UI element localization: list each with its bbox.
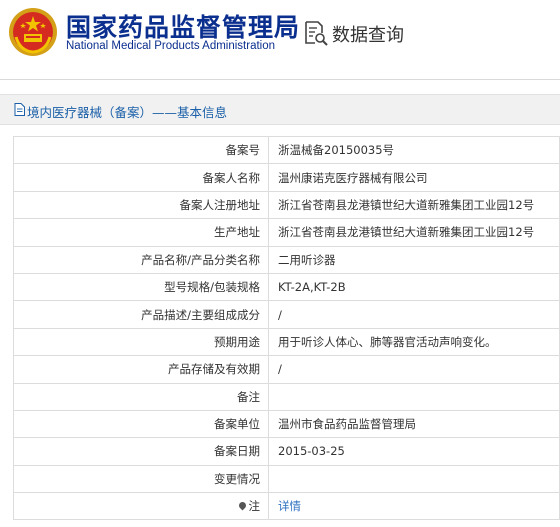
field-label-text: 备案人名称 — [202, 170, 261, 185]
field-value: 温州市食品药品监督管理局 — [268, 409, 560, 439]
field-label-text: 备案号 — [225, 143, 261, 158]
field-label-text: 备案单位 — [214, 417, 260, 432]
field-label-text: 预期用途 — [214, 334, 260, 349]
field-value: 浙江省苍南县龙港镇世纪大道新雅集团工业园12号 — [268, 190, 560, 220]
table-row: 备案单位 温州市食品药品监督管理局 — [13, 409, 560, 439]
field-label: 备案日期 — [13, 437, 269, 466]
field-label: 备案号 — [13, 135, 269, 165]
field-label-text: 备案人注册地址 — [179, 197, 261, 212]
field-label-text: 产品描述/主要组成成分 — [141, 307, 260, 322]
table-row: 备注 — [13, 382, 560, 411]
field-value: / — [268, 355, 560, 384]
field-value: 浙温械备20150035号 — [268, 135, 560, 165]
field-label-text: 型号规格/包装规格 — [164, 280, 260, 295]
header-divider — [0, 79, 560, 80]
national-emblem-icon — [9, 8, 57, 56]
field-label: 备案人名称 — [13, 163, 269, 192]
field-value: 温州康诺克医疗器械有限公司 — [268, 163, 560, 192]
field-value: / — [268, 300, 560, 329]
table-row: 变更情况 — [13, 464, 560, 494]
document-icon — [14, 103, 25, 116]
field-label: 生产地址 — [13, 218, 269, 247]
field-label-text: 注 — [248, 499, 261, 514]
field-label-text: 备案日期 — [214, 444, 260, 459]
table-row: 产品名称/产品分类名称 二用听诊器 — [13, 245, 560, 274]
field-value: 用于听诊人体心、肺等器官活动声响变化。 — [268, 327, 560, 357]
table-row: 预期用途 用于听诊人体心、肺等器官活动声响变化。 — [13, 327, 560, 357]
field-label: 变更情况 — [13, 464, 269, 494]
table-row: 型号规格/包装规格 KT-2A,KT-2B — [13, 272, 560, 302]
section-header: 境内医疗器械（备案）——基本信息 — [0, 94, 560, 125]
table-row: 备案号 浙温械备20150035号 — [13, 135, 560, 165]
field-label: 产品名称/产品分类名称 — [13, 245, 269, 274]
field-label: 注 — [13, 492, 269, 521]
field-label-text: 产品存储及有效期 — [168, 362, 260, 377]
table-row: 产品存储及有效期 / — [13, 355, 560, 384]
field-value: 浙江省苍南县龙港镇世纪大道新雅集团工业园12号 — [268, 218, 560, 247]
field-label: 备案单位 — [13, 409, 269, 439]
field-label: 产品存储及有效期 — [13, 355, 269, 384]
table-row: 产品描述/主要组成成分 / — [13, 300, 560, 329]
table-row: 备案人名称 温州康诺克医疗器械有限公司 — [13, 163, 560, 192]
table-row: 生产地址 浙江省苍南县龙港镇世纪大道新雅集团工业园12号 — [13, 218, 560, 247]
field-label-text: 产品名称/产品分类名称 — [141, 252, 260, 267]
field-label-text: 备注 — [237, 389, 260, 404]
field-label-text: 生产地址 — [214, 225, 260, 240]
field-label: 预期用途 — [13, 327, 269, 357]
field-label: 备案人注册地址 — [13, 190, 269, 220]
details-link[interactable]: 详情 — [268, 492, 560, 521]
table-row: 备案人注册地址 浙江省苍南县龙港镇世纪大道新雅集团工业园12号 — [13, 190, 560, 220]
field-label-text: 变更情况 — [214, 471, 260, 486]
field-value — [268, 464, 560, 494]
section-title: 境内医疗器械（备案）——基本信息 — [27, 105, 228, 120]
site-header: 国家药品监督管理局 National Medical Products Admi… — [0, 0, 560, 80]
field-label: 产品描述/主要组成成分 — [13, 300, 269, 329]
document-search-icon — [305, 21, 328, 46]
table-row: 备案日期 2015-03-25 — [13, 437, 560, 466]
map-pin-icon — [237, 500, 247, 511]
table-row: 注详情 — [13, 492, 560, 521]
field-value: 2015-03-25 — [268, 437, 560, 466]
field-label: 型号规格/包装规格 — [13, 272, 269, 302]
field-value: 二用听诊器 — [268, 245, 560, 274]
record-detail-table: 备案号 浙温械备20150035号 备案人名称 温州康诺克医疗器械有限公司 备案人注册地… — [13, 135, 560, 521]
field-value: KT-2A,KT-2B — [268, 272, 560, 302]
site-title-cn[interactable]: 国家药品监督管理局 — [66, 8, 300, 44]
site-title-en[interactable]: National Medical Products Administration — [66, 40, 275, 52]
field-value — [268, 382, 560, 411]
data-query-link[interactable]: 数据查询 — [332, 21, 404, 47]
field-label: 备注 — [13, 382, 269, 411]
